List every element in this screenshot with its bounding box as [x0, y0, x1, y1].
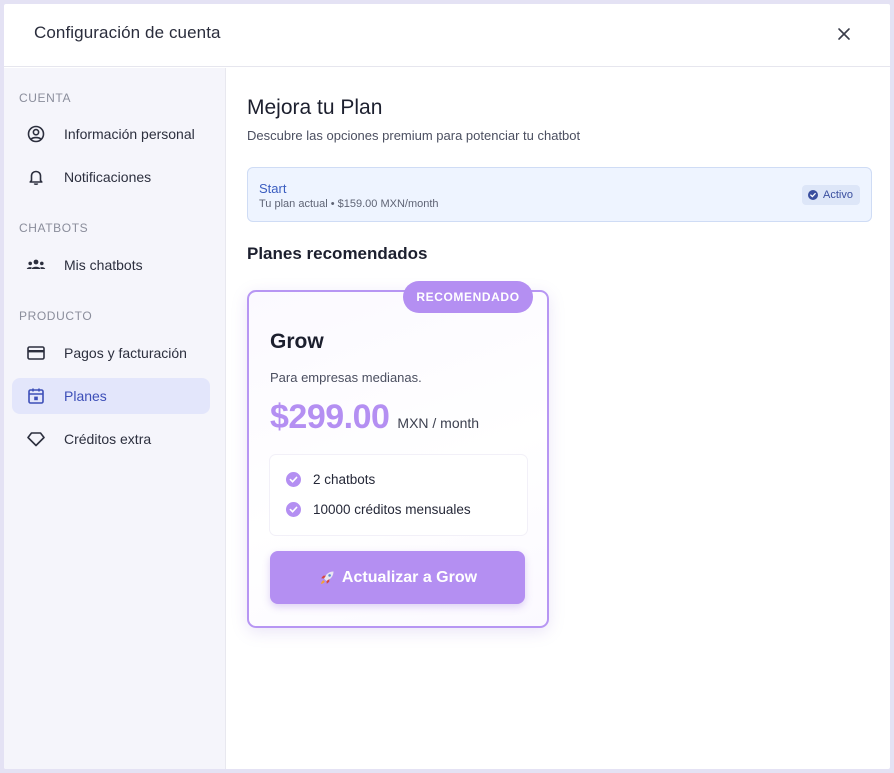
- feature-item: 2 chatbots: [286, 472, 375, 487]
- recommended-plans-title: Planes recomendados: [247, 244, 428, 263]
- check-circle-icon: [286, 502, 301, 517]
- account-settings-modal: Configuración de cuenta CUENTA Informaci…: [4, 4, 890, 769]
- recommended-badge: RECOMENDADO: [403, 281, 533, 313]
- feature-list: 2 chatbots 10000 créditos mensuales: [270, 455, 527, 535]
- sidebar-item-mis-chatbots[interactable]: Mis chatbots: [12, 247, 210, 283]
- check-circle-icon: [286, 472, 301, 487]
- sidebar: CUENTA Información personal Notificacion…: [4, 68, 226, 769]
- sidebar-item-label: Créditos extra: [64, 431, 152, 447]
- section-label-chatbots: CHATBOTS: [19, 221, 89, 235]
- sidebar-item-label: Notificaciones: [64, 169, 152, 185]
- rocket-icon: [318, 569, 336, 587]
- plan-description: Para empresas medianas.: [270, 370, 422, 385]
- sidebar-item-pagos-facturacion[interactable]: Pagos y facturación: [12, 335, 210, 371]
- modal-title: Configuración de cuenta: [34, 23, 221, 42]
- price-row: $299.00 MXN / month: [270, 398, 479, 437]
- users-group-icon: [26, 255, 46, 275]
- feature-item: 10000 créditos mensuales: [286, 502, 471, 517]
- feature-text: 2 chatbots: [313, 472, 376, 487]
- sidebar-item-label: Planes: [64, 388, 107, 404]
- page-subtitle: Descubre las opciones premium para poten…: [247, 128, 581, 143]
- close-button[interactable]: [832, 22, 856, 46]
- credit-card-icon: [26, 343, 46, 363]
- sidebar-item-notificaciones[interactable]: Notificaciones: [12, 159, 210, 195]
- plan-name: Grow: [270, 330, 324, 353]
- section-label-producto: PRODUCTO: [19, 309, 93, 323]
- close-icon: [838, 28, 850, 40]
- current-plan-name: Start: [259, 181, 287, 196]
- plan-card-grow: RECOMENDADO Grow Para empresas medianas.…: [247, 281, 549, 628]
- page-title: Mejora tu Plan: [247, 96, 383, 119]
- user-circle-icon: [26, 124, 46, 144]
- status-badge: Activo: [802, 185, 860, 205]
- sidebar-item-planes[interactable]: Planes: [12, 378, 210, 414]
- current-plan-detail: Tu plan actual • $159.00 MXN/month: [259, 198, 439, 210]
- sidebar-item-label: Mis chatbots: [64, 257, 143, 273]
- plan-price-unit: MXN / month: [397, 415, 480, 431]
- sidebar-item-label: Pagos y facturación: [64, 345, 187, 361]
- check-circle-icon: [808, 190, 819, 200]
- status-badge-label: Activo: [823, 189, 853, 201]
- bell-icon: [26, 167, 46, 187]
- sidebar-item-creditos-extra[interactable]: Créditos extra: [12, 421, 210, 457]
- current-plan-banner: Start Tu plan actual • $159.00 MXN/month…: [247, 167, 872, 222]
- main-content: Mejora tu Plan Descubre las opciones pre…: [227, 68, 890, 769]
- sidebar-item-informacion-personal[interactable]: Información personal: [12, 116, 210, 152]
- upgrade-button-label: Actualizar a Grow: [341, 568, 478, 586]
- section-label-cuenta: CUENTA: [19, 91, 72, 105]
- calendar-icon: [26, 386, 46, 406]
- sidebar-item-label: Información personal: [64, 126, 195, 142]
- upgrade-button[interactable]: Actualizar a Grow: [270, 551, 525, 604]
- modal-header: Configuración de cuenta: [4, 4, 890, 67]
- plan-price: $299.00: [270, 398, 390, 436]
- diamond-icon: [26, 429, 46, 449]
- feature-text: 10000 créditos mensuales: [313, 502, 471, 517]
